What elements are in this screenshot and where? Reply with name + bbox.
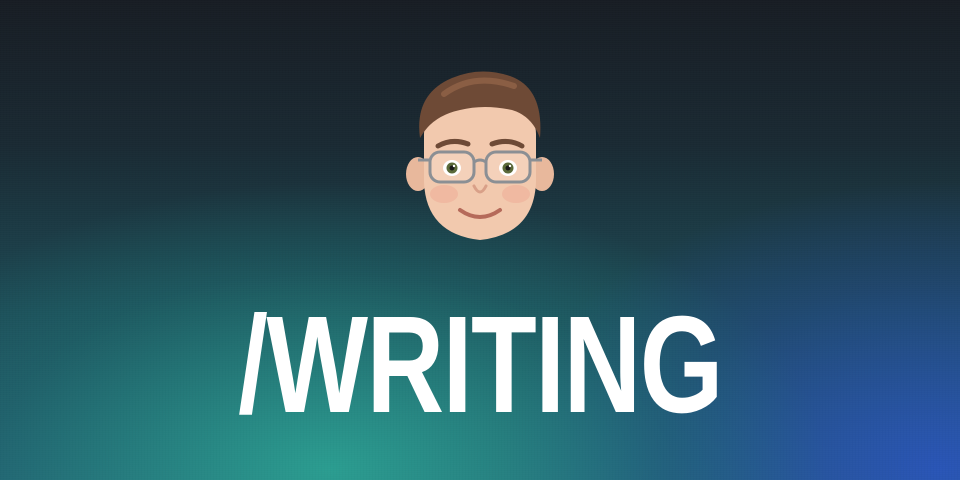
memoji-avatar-icon [406, 71, 554, 240]
page-title: /WRITING [238, 288, 723, 442]
hero-banner: /WRITING [0, 0, 960, 480]
